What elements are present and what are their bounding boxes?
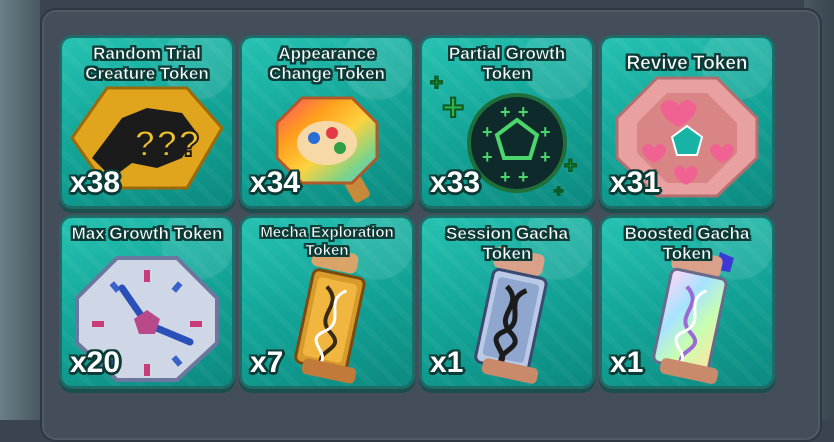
token-name: Random Trial Creature Token <box>85 44 209 84</box>
token-name: Mecha Exploration Token <box>260 224 394 260</box>
token-count: x38 <box>70 166 121 199</box>
token-count: x1 <box>430 346 464 379</box>
token-card-appearance-change[interactable]: Appearance Change Token x34 <box>242 38 412 206</box>
token-card-session-gacha[interactable]: Session Gacha Token x1 <box>422 218 592 386</box>
svg-text:+: + <box>540 122 551 142</box>
token-card-mecha-exploration[interactable]: Mecha Exploration Token x7 <box>242 218 412 386</box>
token-name: Session Gacha Token <box>446 224 568 264</box>
token-count: x1 <box>610 346 644 379</box>
token-name: Max Growth Token <box>71 224 223 244</box>
svg-text:+: + <box>482 147 493 167</box>
token-count: x34 <box>250 166 301 199</box>
svg-text:???: ??? <box>134 123 200 164</box>
svg-text:+: + <box>442 87 464 129</box>
token-card-revive[interactable]: Revive Token x31 <box>602 38 772 206</box>
token-count: x33 <box>430 166 481 199</box>
token-card-random-trial-creature[interactable]: ??? Random Trial Creature Token x38 <box>62 38 232 206</box>
token-name: Revive Token <box>626 53 748 74</box>
token-name: Partial Growth Token <box>448 44 566 84</box>
token-card-partial-growth[interactable]: + + + + + + + + + + + + Partial Growth Token… <box>422 38 592 206</box>
svg-text:+: + <box>500 167 511 187</box>
svg-text:+: + <box>482 122 493 142</box>
token-name: Appearance Change Token <box>269 44 385 84</box>
token-count: x20 <box>70 346 121 379</box>
token-name: Boosted Gacha Token <box>624 224 750 264</box>
svg-text:+: + <box>500 102 511 122</box>
token-count: x7 <box>250 346 284 379</box>
svg-text:+: + <box>564 153 577 178</box>
svg-text:+: + <box>518 167 529 187</box>
token-card-max-growth[interactable]: Max Growth Token x20 <box>62 218 232 386</box>
svg-text:+: + <box>518 102 529 122</box>
background-left <box>0 0 40 420</box>
token-count: x31 <box>610 166 661 199</box>
token-inventory-panel: ??? Random Trial Creature Token x38 Appe… <box>40 8 822 442</box>
token-card-boosted-gacha[interactable]: Boosted Gacha Token x1 <box>602 218 772 386</box>
svg-text:+: + <box>540 147 551 167</box>
svg-text:+: + <box>554 183 563 200</box>
